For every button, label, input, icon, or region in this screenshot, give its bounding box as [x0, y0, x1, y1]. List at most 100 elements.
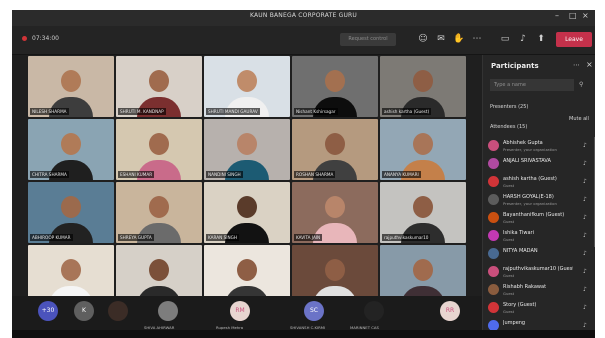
participant-row[interactable]: Rishabh Rakawat Guest ♪: [483, 281, 595, 299]
participant-row[interactable]: Story (Guest) Guest ♪: [483, 299, 595, 317]
mic-muted-icon[interactable]: ♪: [583, 160, 587, 167]
window-title: KAUN BANEGA CORPORATE GURU: [249, 12, 358, 19]
participant-row[interactable]: rajputhvikaskumar10 (Guest) Guest ♪: [483, 263, 595, 281]
video-tile[interactable]: KAVITA JAIN: [292, 182, 378, 243]
video-tile[interactable]: rajputhvikaskumar10: [380, 182, 466, 243]
mic-muted-icon[interactable]: ♪: [583, 286, 587, 293]
participant-row[interactable]: ashish kartha (Guest) Guest ♪: [483, 173, 595, 191]
participant-head: [325, 196, 345, 218]
tray-avatar[interactable]: [108, 301, 128, 321]
attendees-header[interactable]: Attendees (15): [490, 124, 527, 130]
camera-icon[interactable]: ▭: [498, 32, 512, 46]
minimize-icon[interactable]: –: [555, 11, 559, 20]
participant-row[interactable]: NITYA MADAN ♪: [483, 245, 595, 263]
panel-scrollbar[interactable]: [594, 137, 595, 247]
participant-avatar: [488, 140, 499, 151]
tile-name-label: KAVITA JAIN: [294, 234, 323, 241]
video-tile[interactable]: ESHANI KUMAR: [116, 119, 202, 180]
participant-name: Jumpeng: [503, 320, 526, 326]
participant-head: [149, 196, 169, 218]
participant-head: [325, 259, 345, 281]
mic-muted-icon[interactable]: ♪: [583, 196, 587, 203]
participant-head: [61, 70, 81, 92]
tile-name-label: ABHIROOP KUMAR: [30, 234, 73, 241]
participant-tray: +30 K SHIVA AHIRWAR RM Rupesh Mehra SC SHIVANS…: [12, 296, 482, 330]
mic-muted-icon[interactable]: ♪: [583, 178, 587, 185]
participant-avatar: [488, 230, 499, 241]
mic-icon[interactable]: ♪: [516, 32, 530, 46]
participant-name: Abhishek Gupta: [503, 140, 543, 146]
video-tile[interactable]: SHREYA GUPTA: [116, 182, 202, 243]
leave-button[interactable]: Leave: [556, 32, 592, 47]
participant-head: [149, 70, 169, 92]
video-grid: NILESH SHARMA SHRUTI M. KANDNAP SHRUTI MAN…: [28, 56, 478, 308]
participant-row[interactable]: Ishika Tiwari Guest ♪: [483, 227, 595, 245]
video-tile[interactable]: SHRUTI M. KANDNAP: [116, 56, 202, 117]
chat-icon[interactable]: ✉: [434, 32, 448, 46]
participant-role: Guest: [503, 237, 515, 242]
people-icon[interactable]: ☺: [416, 32, 430, 46]
presenters-header[interactable]: Presenters (25): [490, 104, 528, 110]
tray-avatar[interactable]: SC: [304, 301, 324, 321]
participant-row[interactable]: Bayanthanifkum (Guest) Guest ♪: [483, 209, 595, 227]
mic-muted-icon[interactable]: ♪: [583, 214, 587, 221]
tile-name-label: NANDINI SINGH: [206, 171, 243, 178]
tile-name-label: SHREYA GUPTA: [118, 234, 154, 241]
participant-role: Presenter, your organization: [503, 201, 557, 206]
video-tile[interactable]: ROSHAN SHARMA: [292, 119, 378, 180]
mic-muted-icon[interactable]: ♪: [583, 142, 587, 149]
participant-name: Rishabh Rakawat: [503, 284, 547, 290]
participant-head: [237, 133, 257, 155]
mic-muted-icon[interactable]: ♪: [583, 232, 587, 239]
tray-avatar[interactable]: RR: [440, 301, 460, 321]
participant-search-input[interactable]: Type a name: [490, 79, 574, 91]
close-icon[interactable]: ×: [582, 11, 589, 20]
participant-avatar: [488, 302, 499, 313]
participant-head: [237, 70, 257, 92]
participant-row[interactable]: ANJALI SRIVASTAVA ♪: [483, 155, 595, 173]
video-tile[interactable]: NILESH SHARMA: [28, 56, 114, 117]
tile-name-label: ANANYA KUMARI: [382, 171, 421, 178]
participant-role: Guest: [503, 183, 515, 188]
video-tile[interactable]: CHITRA SHARMA: [28, 119, 114, 180]
mic-muted-icon[interactable]: ♪: [583, 268, 587, 275]
video-tile[interactable]: ashish kartha (Guest): [380, 56, 466, 117]
participant-avatar: [488, 248, 499, 259]
video-tile[interactable]: SHRUTI MANDI GAURAV: [204, 56, 290, 117]
request-control-button[interactable]: Request control: [340, 33, 396, 46]
more-icon[interactable]: ⋯: [470, 32, 484, 46]
tray-avatar[interactable]: K: [74, 301, 94, 321]
video-tile[interactable]: Nishant Kshirsagar: [292, 56, 378, 117]
mute-all-button[interactable]: Mute all: [569, 116, 589, 122]
mic-muted-icon[interactable]: ♪: [583, 250, 587, 257]
tile-name-label: ROSHAN SHARMA: [294, 171, 336, 178]
tray-avatar[interactable]: [158, 301, 178, 321]
video-tile[interactable]: ANANYA KUMARI: [380, 119, 466, 180]
video-tile[interactable]: KARAN SINGH: [204, 182, 290, 243]
participant-role: Guest: [503, 273, 515, 278]
maximize-icon[interactable]: □: [569, 11, 577, 20]
tile-name-label: KARAN SINGH: [206, 234, 240, 241]
participant-head: [325, 70, 345, 92]
participant-name: ashish kartha (Guest): [503, 176, 557, 182]
meeting-toolbar: 07:34:00 Request control ☺ ✉ ✋ ⋯ ▭ ♪ ⬆ L…: [12, 26, 595, 55]
tile-name-label: CHITRA SHARMA: [30, 171, 69, 178]
add-person-icon[interactable]: ⚲: [579, 81, 583, 88]
panel-more-icon[interactable]: ⋯: [573, 61, 580, 69]
raise-hand-icon[interactable]: ✋: [452, 32, 466, 46]
mic-muted-icon[interactable]: ♪: [583, 322, 587, 329]
participant-row[interactable]: Abhishek Gupta Presenter, your organizati…: [483, 137, 595, 155]
share-icon[interactable]: ⬆: [534, 32, 548, 46]
mic-muted-icon[interactable]: ♪: [583, 304, 587, 311]
participants-panel: Participants ⋯ × Type a name ⚲ Presenter…: [482, 55, 595, 336]
participant-row[interactable]: HARSH GOYAL(E-18) Presenter, your organiz…: [483, 191, 595, 209]
video-tile[interactable]: ABHIROOP KUMAR: [28, 182, 114, 243]
tray-avatar[interactable]: RM: [230, 301, 250, 321]
video-tile[interactable]: NANDINI SINGH: [204, 119, 290, 180]
tray-avatar[interactable]: [364, 301, 384, 321]
participant-list: Abhishek Gupta Presenter, your organizati…: [483, 137, 595, 335]
participant-head: [61, 196, 81, 218]
participant-name: NITYA MADAN: [503, 248, 538, 254]
tray-avatar[interactable]: +30: [38, 301, 58, 321]
panel-close-icon[interactable]: ×: [586, 60, 593, 69]
